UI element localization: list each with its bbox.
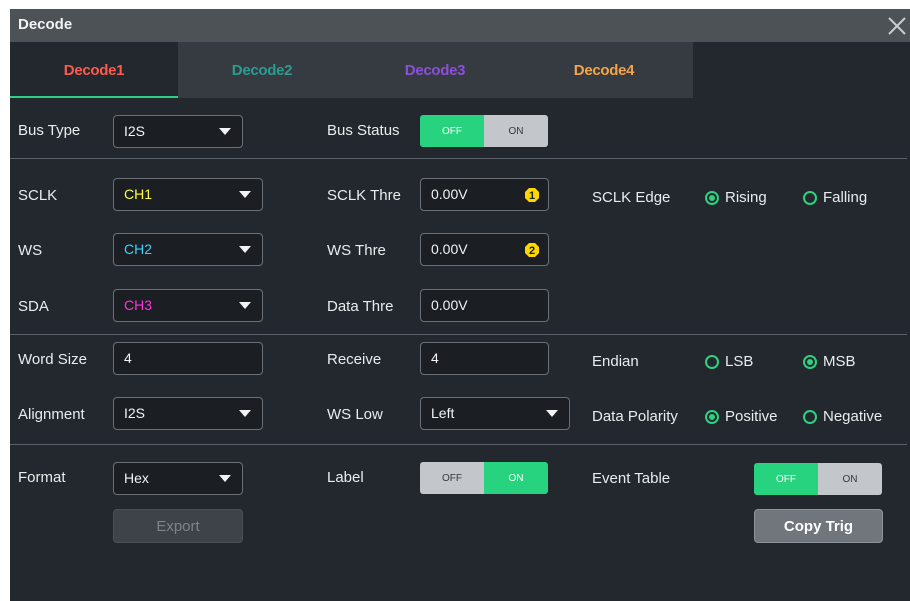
format-value: Hex <box>124 470 149 486</box>
radio-unselected-icon <box>803 409 817 424</box>
label-toggle-off[interactable]: OFF <box>420 462 484 494</box>
export-button[interactable]: Export <box>113 509 243 543</box>
bus-type-label: Bus Type <box>18 122 81 139</box>
close-icon[interactable] <box>882 10 910 40</box>
sclk-edge-label: SCLK Edge <box>592 189 671 206</box>
sclk-threshold-input[interactable]: 0.00V 1 <box>420 178 549 211</box>
radio-selected-icon <box>705 190 719 205</box>
tab-decode2[interactable]: Decode2 <box>178 42 346 98</box>
chevron-down-icon <box>239 191 251 198</box>
endian-msb-label: MSB <box>823 353 856 370</box>
chevron-down-icon <box>546 410 558 417</box>
endian-lsb-label: LSB <box>725 353 754 370</box>
svg-text:2: 2 <box>529 245 535 257</box>
ws-label: WS <box>18 242 43 259</box>
active-tab-indicator <box>10 96 178 98</box>
channel-2-badge-icon: 2 <box>525 243 539 257</box>
word-size-value: 4 <box>124 350 132 366</box>
format-label: Format <box>18 469 66 486</box>
data-thre-label: Data Thre <box>327 298 394 315</box>
data-threshold-input[interactable]: 0.00V <box>420 289 549 322</box>
event-table-off[interactable]: OFF <box>754 463 818 495</box>
ws-threshold-value: 0.00V <box>431 241 468 257</box>
ws-threshold-input[interactable]: 0.00V 2 <box>420 233 549 266</box>
sclk-thre-label: SCLK Thre <box>327 187 401 204</box>
tab-decode3[interactable]: Decode3 <box>351 42 519 98</box>
endian-lsb-radio[interactable]: LSB <box>705 353 753 370</box>
copy-trig-button[interactable]: Copy Trig <box>754 509 883 543</box>
polarity-positive-radio[interactable]: Positive <box>705 408 778 425</box>
alignment-select[interactable]: I2S <box>113 397 263 430</box>
ws-low-label: WS Low <box>327 406 383 423</box>
bus-type-value: I2S <box>124 123 146 139</box>
tab-decode3-label: Decode3 <box>404 61 466 79</box>
endian-label: Endian <box>592 353 639 370</box>
event-table-label: Event Table <box>592 470 671 487</box>
alignment-label: Alignment <box>18 406 85 423</box>
bus-status-toggle[interactable]: OFF ON <box>420 115 548 147</box>
channel-1-badge-icon: 1 <box>525 188 539 202</box>
decode-dialog: Decode Decode1 Decode2 Decode3 Decode4 B… <box>10 9 910 601</box>
tab-decode4-label: Decode4 <box>573 61 635 79</box>
sclk-edge-rising-radio[interactable]: Rising <box>705 189 767 206</box>
sclk-edge-falling-radio[interactable]: Falling <box>803 189 867 206</box>
sclk-edge-rising-label: Rising <box>725 189 767 206</box>
endian-msb-radio[interactable]: MSB <box>803 353 856 370</box>
label-toggle-on[interactable]: ON <box>484 462 548 494</box>
label-toggle-label: Label <box>327 469 364 486</box>
sclk-source-select[interactable]: CH1 <box>113 178 263 211</box>
data-threshold-value: 0.00V <box>431 297 468 313</box>
radio-unselected-icon <box>705 354 719 369</box>
label-toggle[interactable]: OFF ON <box>420 462 548 494</box>
chevron-down-icon <box>219 475 231 482</box>
radio-selected-icon <box>803 354 817 369</box>
ws-thre-label: WS Thre <box>327 242 386 259</box>
sda-label: SDA <box>18 298 49 315</box>
word-size-input[interactable]: 4 <box>113 342 263 375</box>
ws-low-select[interactable]: Left <box>420 397 570 430</box>
bus-status-on[interactable]: ON <box>484 115 548 147</box>
bus-type-select[interactable]: I2S <box>113 115 243 148</box>
receive-value: 4 <box>431 350 439 366</box>
data-polarity-label: Data Polarity <box>592 408 678 425</box>
chevron-down-icon <box>239 302 251 309</box>
ws-source-select[interactable]: CH2 <box>113 233 263 266</box>
ws-channel-value: CH2 <box>124 241 153 257</box>
tab-decode1-label: Decode1 <box>63 61 125 79</box>
polarity-positive-label: Positive <box>725 408 778 425</box>
sclk-channel-value: CH1 <box>124 186 153 202</box>
polarity-negative-radio[interactable]: Negative <box>803 408 882 425</box>
sda-channel-value: CH3 <box>124 297 153 313</box>
receive-input[interactable]: 4 <box>420 342 549 375</box>
svg-text:1: 1 <box>529 190 535 202</box>
word-size-label: Word Size <box>18 351 87 368</box>
chevron-down-icon <box>239 410 251 417</box>
sclk-threshold-value: 0.00V <box>431 186 468 202</box>
divider <box>10 444 907 445</box>
decode-tabs: Decode1 Decode2 Decode3 Decode4 <box>10 42 693 98</box>
title-bar: Decode <box>10 9 910 42</box>
ws-low-value: Left <box>431 405 455 421</box>
radio-unselected-icon <box>803 190 817 205</box>
tab-decode4[interactable]: Decode4 <box>520 42 688 98</box>
chevron-down-icon <box>219 128 231 135</box>
event-table-on[interactable]: ON <box>818 463 882 495</box>
tab-decode2-label: Decode2 <box>231 61 293 79</box>
alignment-value: I2S <box>124 405 146 421</box>
dialog-title: Decode <box>18 16 73 33</box>
format-select[interactable]: Hex <box>113 462 243 495</box>
divider <box>10 334 907 335</box>
radio-selected-icon <box>705 409 719 424</box>
receive-label: Receive <box>327 351 382 368</box>
sda-source-select[interactable]: CH3 <box>113 289 263 322</box>
tab-decode1[interactable]: Decode1 <box>10 42 178 98</box>
bus-status-label: Bus Status <box>327 122 400 139</box>
sclk-edge-falling-label: Falling <box>823 189 868 206</box>
sclk-label: SCLK <box>18 187 58 204</box>
chevron-down-icon <box>239 246 251 253</box>
divider <box>10 158 907 159</box>
polarity-negative-label: Negative <box>823 408 883 425</box>
event-table-toggle[interactable]: OFF ON <box>754 463 882 495</box>
bus-status-off[interactable]: OFF <box>420 115 484 147</box>
